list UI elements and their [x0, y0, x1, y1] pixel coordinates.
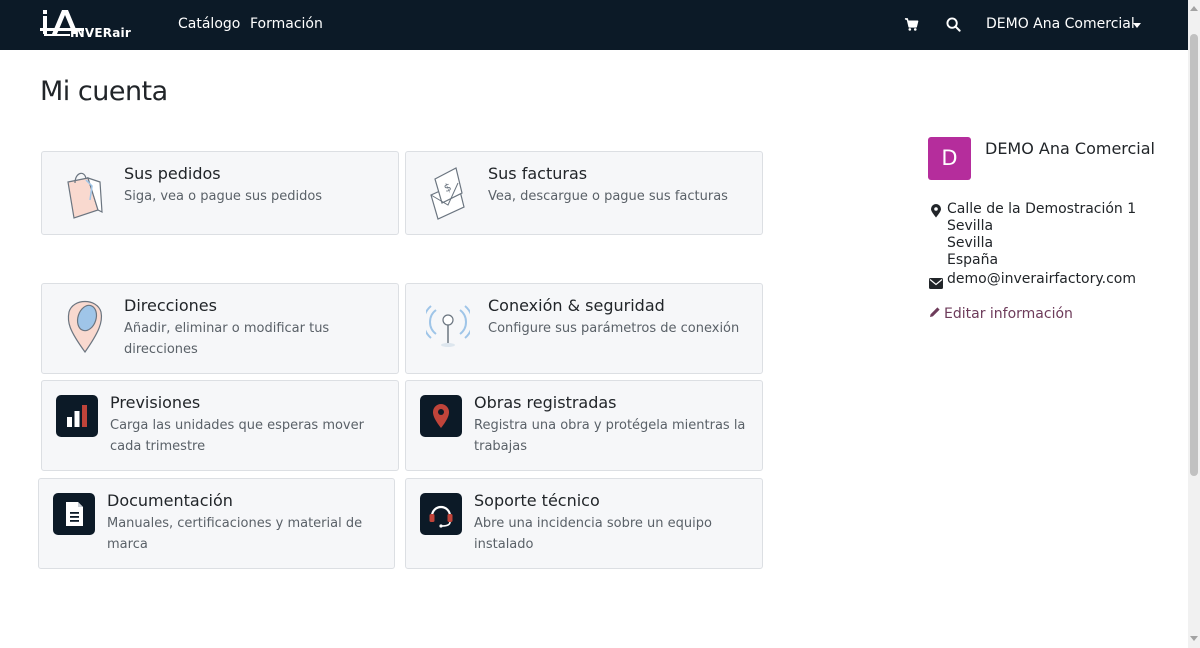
card-desc: Manuales, certificaciones y material de …	[107, 516, 363, 552]
address-country: España	[947, 252, 999, 268]
card-documentacion[interactable]: Documentación Manuales, certificaciones …	[38, 478, 395, 569]
signal-antenna-icon	[422, 298, 474, 354]
card-title: Direcciones	[124, 296, 217, 315]
bar-chart-icon	[56, 395, 98, 437]
scroll-down-arrow-icon[interactable]	[1190, 636, 1198, 641]
pencil-icon	[929, 306, 941, 322]
edit-profile-label: Editar información	[944, 306, 1073, 322]
invoice-envelope-icon: $	[428, 165, 468, 225]
card-title: Soporte técnico	[474, 491, 600, 510]
map-pin-icon	[65, 296, 105, 358]
profile-name: DEMO Ana Comercial	[985, 139, 1155, 158]
card-sus-facturas[interactable]: $ Sus facturas Vea, descargue o pague su…	[405, 151, 763, 235]
page-title: Mi cuenta	[40, 76, 168, 107]
card-previsiones[interactable]: Previsiones Carga las unidades que esper…	[41, 380, 399, 471]
edit-profile-link[interactable]: Editar información	[929, 306, 1073, 322]
top-navbar: INVERair Catálogo Formación DEMO Ana Com…	[0, 0, 1188, 50]
card-title: Documentación	[107, 491, 233, 510]
document-icon	[53, 493, 95, 535]
location-pin-icon	[420, 395, 462, 437]
shopping-bag-icon	[64, 166, 106, 226]
address-province: Sevilla	[947, 235, 994, 251]
profile-email: demo@inverairfactory.com	[947, 271, 1136, 287]
card-desc: Abre una incidencia sobre un equipo inst…	[474, 516, 712, 552]
scrollbar-thumb[interactable]	[1190, 34, 1198, 476]
card-title: Conexión & seguridad	[488, 296, 665, 315]
user-menu-toggle[interactable]: DEMO Ana Comercial	[986, 16, 1135, 32]
cart-icon[interactable]	[904, 17, 919, 36]
scroll-up-arrow-icon[interactable]	[1190, 6, 1198, 11]
address-city: Sevilla	[947, 218, 994, 234]
card-title: Obras registradas	[474, 393, 617, 412]
card-title: Previsiones	[110, 393, 201, 412]
card-soporte-tecnico[interactable]: Soporte técnico Abre una incidencia sobr…	[405, 478, 763, 569]
card-desc: Registra una obra y protégela mientras l…	[474, 418, 746, 454]
scrollbar[interactable]	[1188, 0, 1200, 648]
brand-logo[interactable]: INVERair	[40, 6, 152, 44]
card-obras-registradas[interactable]: Obras registradas Registra una obra y pr…	[405, 380, 763, 471]
card-conexion-seguridad[interactable]: Conexión & seguridad Configure sus parám…	[405, 283, 763, 374]
card-desc: Añadir, eliminar o modificar tus direcci…	[124, 321, 330, 357]
card-desc: Carga las unidades que esperas mover cad…	[110, 418, 364, 454]
nav-link-formacion[interactable]: Formación	[250, 16, 323, 32]
map-marker-icon	[930, 203, 942, 222]
headset-icon	[420, 493, 462, 535]
avatar: D	[928, 137, 971, 180]
envelope-icon	[929, 274, 943, 293]
card-desc: Siga, vea o pague sus pedidos	[124, 189, 323, 204]
card-desc: Configure sus parámetros de conexión	[488, 321, 740, 336]
card-direcciones[interactable]: Direcciones Añadir, eliminar o modificar…	[41, 283, 399, 374]
chevron-down-icon[interactable]	[1133, 23, 1141, 28]
address-street: Calle de la Demostración 1	[947, 201, 1137, 217]
search-icon[interactable]	[946, 17, 961, 36]
card-title: Sus facturas	[488, 164, 588, 183]
nav-link-catalogo[interactable]: Catálogo	[178, 16, 240, 32]
card-desc: Vea, descargue o pague sus facturas	[488, 189, 728, 204]
card-sus-pedidos[interactable]: Sus pedidos Siga, vea o pague sus pedido…	[41, 151, 399, 235]
brand-name: INVERair	[70, 26, 131, 40]
card-title: Sus pedidos	[124, 164, 221, 183]
